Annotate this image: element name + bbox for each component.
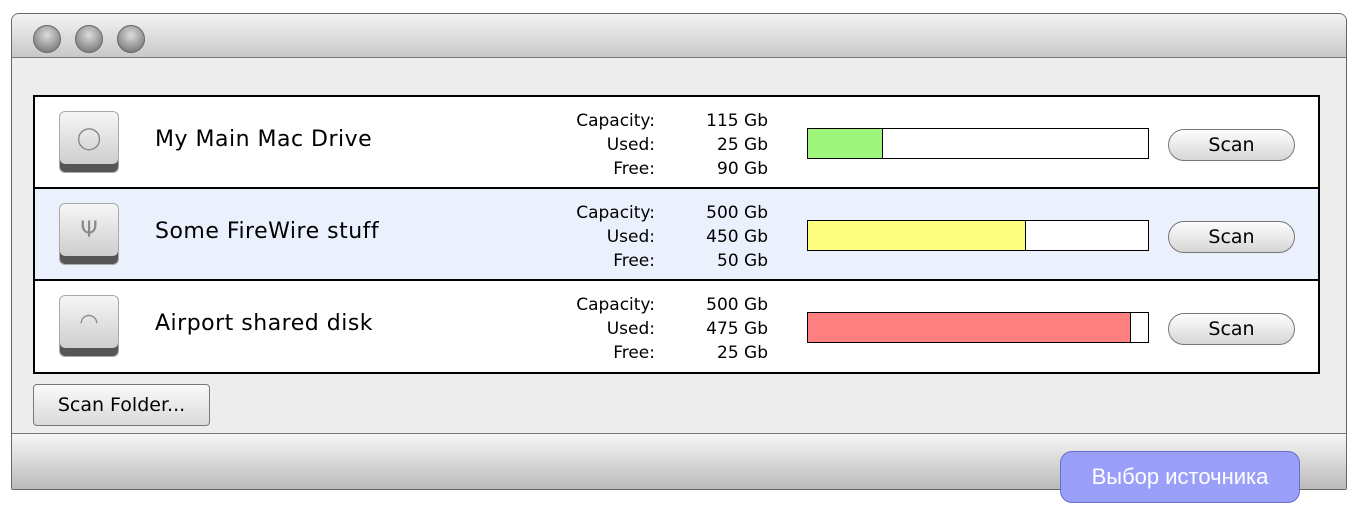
hard-drive-icon: ◯ xyxy=(59,111,119,173)
title-bar xyxy=(12,14,1346,58)
free-label: Free: xyxy=(613,251,655,271)
source-selection-badge: Выбор источника xyxy=(1060,451,1300,503)
minimize-button[interactable] xyxy=(75,25,103,53)
capacity-value: 500 Gb xyxy=(706,203,768,223)
used-value: 25 Gb xyxy=(717,135,768,155)
usage-bar xyxy=(807,128,1149,159)
scan-button[interactable]: Scan xyxy=(1168,129,1295,161)
usage-bar xyxy=(807,312,1149,343)
used-label: Used: xyxy=(606,135,655,155)
drive-name: Airport shared disk xyxy=(155,311,374,336)
free-value: 90 Gb xyxy=(717,159,768,179)
capacity-label: Capacity: xyxy=(576,203,655,223)
drive-row[interactable]: ◯ My Main Mac Drive Capacity: Used: Free… xyxy=(35,97,1318,188)
used-label: Used: xyxy=(606,319,655,339)
firewire-drive-icon: Ψ xyxy=(59,203,119,265)
free-value: 50 Gb xyxy=(717,251,768,271)
wifi-drive-icon: ◠ xyxy=(59,295,119,357)
scan-button[interactable]: Scan xyxy=(1168,221,1295,253)
drive-row[interactable]: ◠ Airport shared disk Capacity: Used: Fr… xyxy=(35,281,1318,372)
capacity-value: 500 Gb xyxy=(706,295,768,315)
drive-row[interactable]: Ψ Some FireWire stuff Capacity: Used: Fr… xyxy=(35,189,1318,280)
zoom-button[interactable] xyxy=(117,25,145,53)
free-label: Free: xyxy=(613,343,655,363)
scan-folder-button[interactable]: Scan Folder... xyxy=(33,384,210,426)
used-value: 450 Gb xyxy=(706,227,768,247)
capacity-value: 115 Gb xyxy=(706,111,768,131)
close-button[interactable] xyxy=(33,25,61,53)
usage-bar-fill xyxy=(808,221,1026,250)
scan-button[interactable]: Scan xyxy=(1168,313,1295,345)
drive-list: ◯ My Main Mac Drive Capacity: Used: Free… xyxy=(33,95,1320,374)
app-window: ◯ My Main Mac Drive Capacity: Used: Free… xyxy=(11,13,1347,490)
used-label: Used: xyxy=(606,227,655,247)
usage-bar-fill xyxy=(808,313,1131,342)
usage-bar-fill xyxy=(808,129,883,158)
capacity-label: Capacity: xyxy=(576,295,655,315)
used-value: 475 Gb xyxy=(706,319,768,339)
free-value: 25 Gb xyxy=(717,343,768,363)
usage-bar xyxy=(807,220,1149,251)
drive-name: Some FireWire stuff xyxy=(155,219,380,244)
free-label: Free: xyxy=(613,159,655,179)
drive-name: My Main Mac Drive xyxy=(155,127,373,152)
capacity-label: Capacity: xyxy=(576,111,655,131)
